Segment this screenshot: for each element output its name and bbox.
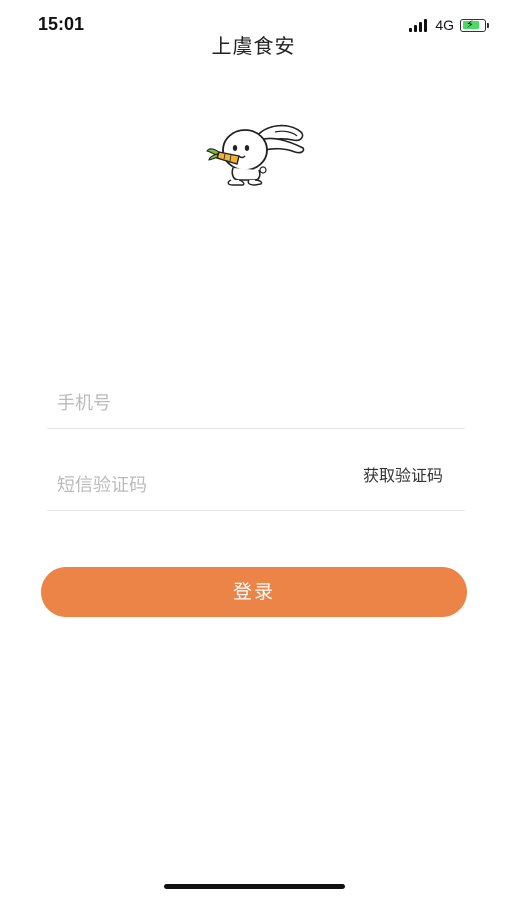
get-code-button[interactable]: 获取验证码 bbox=[363, 462, 443, 486]
page-title: 上虞食安 bbox=[211, 34, 296, 58]
battery-cap bbox=[487, 22, 489, 28]
login-button[interactable]: 登录 bbox=[41, 567, 467, 617]
rabbit-mascot-icon bbox=[206, 124, 305, 186]
home-indicator bbox=[164, 884, 345, 889]
phone-input[interactable] bbox=[57, 393, 317, 414]
code-row: 获取验证码 bbox=[47, 452, 465, 511]
login-screen: 15:01 4G ⚡ 上虞食安 手机号 短信验证码 获取验证码 登录 bbox=[0, 0, 507, 900]
phone-row bbox=[47, 370, 465, 429]
sms-code-input[interactable] bbox=[57, 475, 317, 496]
